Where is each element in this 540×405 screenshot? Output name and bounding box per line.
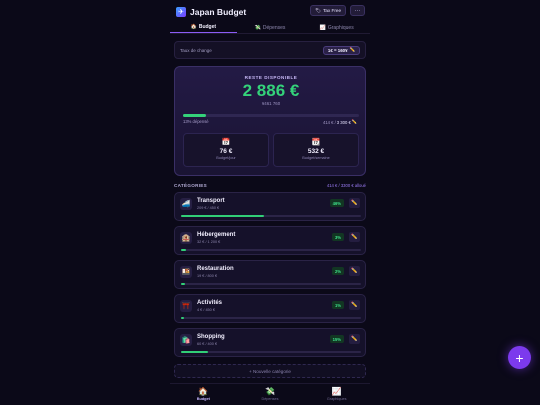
weekly-budget-value: 532 € — [307, 148, 325, 155]
app-column: ✈ Japan Budget 🏷 Tax Free ··· 🏠 Budget 💸… — [170, 0, 370, 405]
category-progress-fill — [181, 249, 187, 251]
category-amounts: 4 € / 450 € — [197, 307, 215, 312]
pencil-icon[interactable]: ✏️ — [349, 198, 360, 208]
exchange-rate-value: 1€ = 160¥ — [327, 47, 348, 53]
nav-label: Dépenses — [261, 397, 279, 401]
spent-amount: 414 € / — [322, 119, 336, 125]
nav-budget[interactable]: 🏠 Budget — [170, 384, 237, 405]
daily-budget-label: Budget/jour — [216, 156, 236, 160]
category-progress-bar — [181, 351, 361, 353]
home-icon: 🏠 — [190, 24, 197, 30]
categories-title: CATÉGORIES — [174, 182, 208, 188]
tab-expenses[interactable]: 💸 Dépenses — [237, 22, 304, 33]
exchange-rate-row: Taux de change 1€ = 160¥ ✏️ — [174, 41, 366, 59]
nav-label: Budget — [196, 397, 210, 401]
category-amounts: 209 € / 450 € — [197, 205, 220, 210]
category-name: Restauration — [197, 266, 234, 272]
page: ✈ Japan Budget 🏷 Tax Free ··· 🏠 Budget 💸… — [0, 0, 540, 405]
daily-budget-value: 76 € — [219, 148, 233, 155]
more-button[interactable]: ··· — [350, 5, 365, 16]
tab-label: Budget — [198, 24, 217, 30]
money-icon: 💸 — [254, 24, 261, 31]
category-percent-badge: 2% — [331, 267, 344, 275]
money-icon: 💸 — [265, 387, 275, 396]
calendar-week-icon: 📆 — [311, 139, 321, 146]
category-progress-bar — [181, 317, 361, 319]
category-card[interactable]: 🏨 Hébergement 32 € / 1 200 € 3% ✏️ — [174, 226, 366, 255]
category-amounts: 32 € / 1 200 € — [197, 239, 221, 244]
categories-header: CATÉGORIES 414 € / 3300 € alloué — [174, 181, 366, 189]
bottom-nav: 🏠 Budget 💸 Dépenses 📈 Graphiques — [170, 383, 370, 405]
category-name: Shopping — [197, 334, 225, 340]
category-progress-bar — [181, 249, 361, 251]
tab-label: Dépenses — [262, 24, 286, 31]
category-progress-fill — [181, 215, 264, 217]
tab-label: Graphiques — [327, 24, 354, 31]
weekly-budget-box: 📆 532 € Budget/semaine — [273, 133, 359, 167]
exchange-rate-label: Taux de change — [180, 47, 212, 53]
pencil-icon[interactable]: ✏️ — [349, 334, 360, 344]
weekly-budget-label: Budget/semaine — [302, 156, 330, 160]
main-tabs: 🏠 Budget 💸 Dépenses 📈 Graphiques — [170, 22, 370, 34]
spent-of-total[interactable]: 414 € / 3 300 € ✏️ — [323, 119, 357, 125]
category-percent-badge: 1% — [331, 301, 344, 309]
category-icon: 🛍️ — [180, 334, 192, 346]
tab-charts[interactable]: 📈 Graphiques — [303, 22, 370, 33]
category-percent-badge: 46% — [329, 199, 344, 207]
category-icon: 🏨 — [180, 232, 192, 244]
spent-percentage: 13% dépensé — [183, 119, 209, 124]
total-budget: 3 300 € — [336, 119, 351, 125]
category-name: Hébergement — [197, 232, 236, 238]
app-header: ✈ Japan Budget 🏷 Tax Free ··· — [170, 4, 370, 20]
categories-allocated: 414 € / 3300 € alloué — [326, 182, 366, 188]
category-card[interactable]: 🛍️ Shopping 60 € / 400 € 15% ✏️ — [174, 328, 366, 357]
pencil-icon: ✏️ — [351, 119, 357, 124]
pencil-icon[interactable]: ✏️ — [349, 232, 360, 242]
nav-label: Graphiques — [326, 397, 347, 401]
category-card[interactable]: ⛩️ Activités 4 € / 450 € 1% ✏️ — [174, 294, 366, 323]
category-percent-badge: 15% — [329, 335, 344, 343]
category-name: Activités — [197, 300, 223, 306]
category-amounts: 19 € / 800 € — [197, 273, 218, 278]
pencil-icon[interactable]: ✏️ — [349, 300, 360, 310]
chart-icon: 📈 — [331, 387, 342, 396]
category-percent-badge: 3% — [331, 233, 344, 241]
daily-budget-box: 📅 76 € Budget/jour — [183, 133, 269, 167]
category-amounts: 60 € / 400 € — [197, 341, 218, 346]
budget-progress-bar — [183, 114, 359, 117]
category-icon: 🍱 — [180, 266, 192, 278]
tag-icon: 🏷 — [315, 7, 322, 13]
app-title: Japan Budget — [190, 7, 247, 17]
tax-free-button[interactable]: 🏷 Tax Free — [310, 5, 346, 16]
add-expense-button[interactable]: + — [508, 346, 531, 369]
remaining-amount: 2 886 € — [242, 81, 300, 100]
nav-expenses[interactable]: 💸 Dépenses — [237, 384, 304, 405]
budget-summary-card: RESTE DISPONIBLE 2 886 € ¥461 760 13% dé… — [174, 66, 366, 176]
calendar-icon: 📅 — [221, 139, 231, 146]
pencil-icon: ✏️ — [349, 47, 355, 52]
category-name: Transport — [197, 198, 225, 204]
pencil-icon[interactable]: ✏️ — [349, 266, 360, 276]
tax-free-label: Tax Free — [323, 8, 341, 13]
budget-progress-fill — [183, 114, 206, 117]
category-progress-fill — [181, 317, 184, 319]
category-progress-bar — [181, 283, 361, 285]
flag-icon: ✈ — [176, 7, 186, 17]
category-progress-bar — [181, 215, 361, 217]
remaining-label: RESTE DISPONIBLE — [244, 75, 298, 80]
category-card[interactable]: 🚄 Transport 209 € / 450 € 46% ✏️ — [174, 192, 366, 221]
category-progress-fill — [181, 351, 208, 353]
category-icon: 🚄 — [180, 198, 192, 210]
tab-budget[interactable]: 🏠 Budget — [170, 22, 237, 33]
chart-icon: 📈 — [319, 24, 326, 31]
new-category-button[interactable]: + Nouvelle catégorie — [174, 364, 366, 378]
remaining-yen: ¥461 760 — [261, 101, 281, 106]
home-icon: 🏠 — [198, 387, 209, 396]
category-card[interactable]: 🍱 Restauration 19 € / 800 € 2% ✏️ — [174, 260, 366, 289]
nav-charts[interactable]: 📈 Graphiques — [303, 384, 370, 405]
category-progress-fill — [181, 283, 185, 285]
exchange-rate-button[interactable]: 1€ = 160¥ ✏️ — [322, 45, 360, 55]
category-icon: ⛩️ — [180, 300, 192, 312]
